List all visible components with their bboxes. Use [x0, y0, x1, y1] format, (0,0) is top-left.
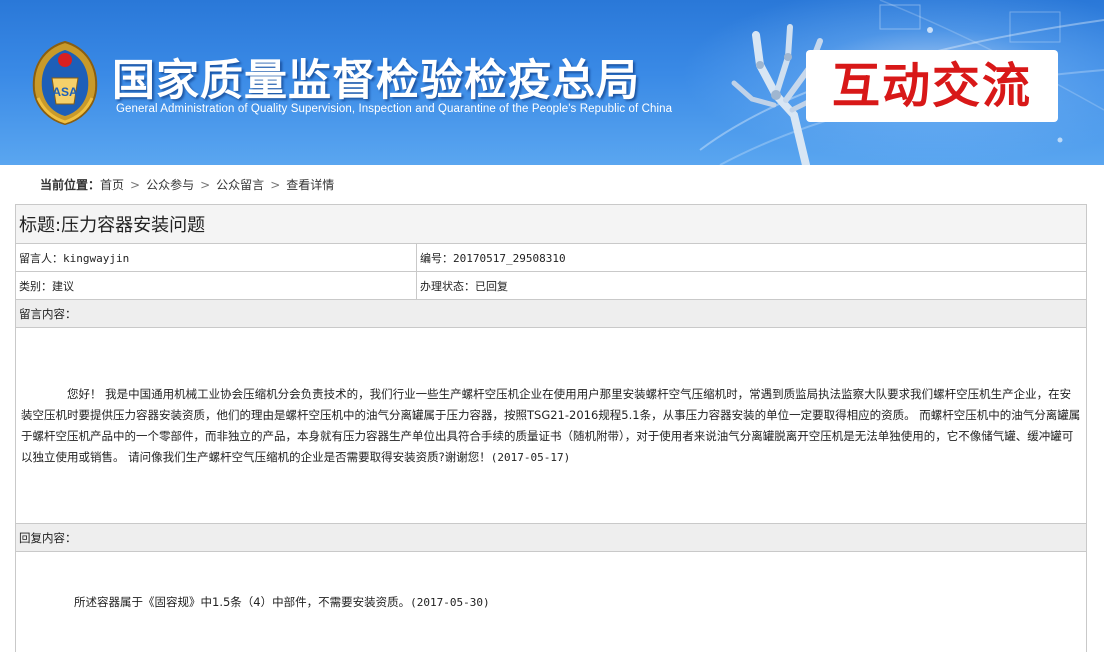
message-header-row: 留言内容： [15, 299, 1087, 328]
breadcrumb-separator: > [200, 178, 211, 192]
reply-text: 所述容器属于《固容规》中1.5条（4）中部件，不需要安装资质。(2017-05-… [19, 594, 1083, 610]
breadcrumb: 当前位置：首页 > 公众参与 > 公众留言 > 查看详情 [0, 165, 1104, 205]
author-value: kingwayjin [63, 251, 130, 265]
number-label: 编号： [420, 251, 453, 265]
breadcrumb-lead: 当前位置： [40, 178, 101, 192]
section-label: 互动交流 [831, 58, 1032, 114]
category-cell: 类别：建议 [15, 271, 417, 300]
reply-body-cell: 所述容器属于《固容规》中1.5条（4）中部件，不需要安装资质。(2017-05-… [15, 551, 1087, 652]
section-label-box: 互动交流 [806, 50, 1058, 122]
reply-header: 回复内容： [15, 523, 1087, 552]
reply-date: (2017-05-30) [410, 596, 490, 609]
number-value: 20170517_29508310 [453, 251, 566, 265]
meta-row: 类别：建议 办理状态：已回复 [15, 271, 1087, 300]
number-cell: 编号：20170517_29508310 [416, 243, 1087, 272]
message-detail-table: 标题:压力容器安装问题 留言人：kingwayjin 编号：20170517_2… [15, 204, 1087, 652]
breadcrumb-current: 查看详情 [286, 178, 335, 192]
banner-subtitle: General Administration of Quality Superv… [116, 103, 673, 115]
reply-content: 所述容器属于《固容规》中1.5条（4）中部件，不需要安装资质。 [74, 595, 411, 609]
message-title: 标题:压力容器安装问题 [15, 204, 1087, 244]
message-date: (2017-05-17) [490, 450, 571, 464]
breadcrumb-separator: > [130, 178, 141, 192]
message-body-row: 您好！ 我是中国通用机械工业协会压缩机分会负责技术的，我们行业一些生产螺杆空压机… [15, 327, 1087, 524]
title-row: 标题:压力容器安装问题 [15, 204, 1087, 244]
status-cell: 办理状态：已回复 [416, 271, 1087, 300]
author-label: 留言人： [19, 251, 63, 265]
message-body-cell: 您好！ 我是中国通用机械工业协会压缩机分会负责技术的，我们行业一些生产螺杆空压机… [15, 327, 1087, 524]
reply-body-row: 所述容器属于《固容规》中1.5条（4）中部件，不需要安装资质。(2017-05-… [15, 551, 1087, 652]
category-value: 建议 [52, 279, 74, 293]
author-cell: 留言人：kingwayjin [15, 243, 417, 272]
reply-header-row: 回复内容： [15, 523, 1087, 552]
svg-text:ASA: ASA [52, 85, 78, 99]
breadcrumb-public-messages-link[interactable]: 公众留言 [216, 178, 264, 192]
banner-title: 国家质量监督检验检疫总局 [112, 56, 640, 106]
message-header: 留言内容： [15, 299, 1087, 328]
aqsiq-emblem-icon: ASA [32, 40, 98, 126]
site-banner: ASA 国家质量监督检验检疫总局 General Administration … [0, 0, 1104, 165]
meta-row: 留言人：kingwayjin 编号：20170517_29508310 [15, 243, 1087, 272]
breadcrumb-separator: > [270, 178, 281, 192]
category-label: 类别： [19, 279, 52, 293]
breadcrumb-public-participation-link[interactable]: 公众参与 [146, 178, 194, 192]
breadcrumb-home-link[interactable]: 首页 [100, 178, 124, 192]
status-label: 办理状态： [420, 279, 475, 293]
message-text: 您好！ 我是中国通用机械工业协会压缩机分会负责技术的，我们行业一些生产螺杆空压机… [19, 384, 1083, 468]
status-value: 已回复 [475, 279, 508, 293]
